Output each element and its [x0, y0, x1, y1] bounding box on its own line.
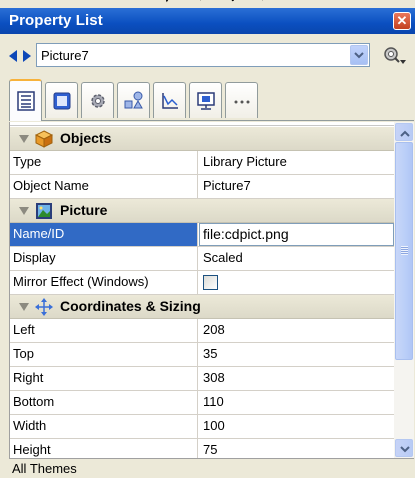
- chevron-up-icon: [400, 130, 410, 137]
- chart-icon: [162, 93, 178, 109]
- title-bar: Property List ✕: [0, 8, 415, 34]
- vertical-scrollbar[interactable]: [394, 122, 414, 458]
- property-value[interactable]: 308: [199, 367, 394, 390]
- scroll-up-button[interactable]: [395, 123, 413, 141]
- navigate-arrows-icon[interactable]: [9, 49, 31, 63]
- property-name: Name/ID: [10, 223, 198, 246]
- object-select-value: Picture7: [41, 48, 89, 63]
- theme-filter-label[interactable]: All Themes: [12, 461, 77, 476]
- gear-icon: [91, 94, 105, 108]
- collapse-triangle-icon[interactable]: [19, 207, 29, 215]
- collapse-triangle-icon[interactable]: [19, 303, 29, 311]
- list-icon: [17, 91, 35, 111]
- property-row-right[interactable]: Right 308: [10, 367, 394, 391]
- section-objects[interactable]: Objects: [10, 127, 394, 151]
- property-row-bottom[interactable]: Bottom 110: [10, 391, 394, 415]
- property-value[interactable]: 110: [199, 391, 394, 414]
- property-row-top[interactable]: Top 35: [10, 343, 394, 367]
- tab-display[interactable]: [189, 82, 222, 118]
- mirror-effect-checkbox[interactable]: [203, 275, 218, 290]
- property-row-display[interactable]: Display Scaled: [10, 247, 394, 271]
- property-name: Type: [10, 151, 198, 174]
- scroll-down-button[interactable]: [395, 439, 413, 457]
- property-name: Mirror Effect (Windows): [10, 271, 198, 294]
- more-icon: [234, 100, 250, 104]
- property-value[interactable]: 35: [199, 343, 394, 366]
- status-bar: All Themes: [9, 458, 414, 478]
- property-name: Top: [10, 343, 198, 366]
- chevron-down-icon: [400, 446, 410, 453]
- tab-baseline: [9, 120, 414, 121]
- scroll-grip: [401, 246, 408, 255]
- clipped-caption-text: [165, 0, 263, 3]
- dropdown-button[interactable]: [350, 45, 368, 65]
- property-row-mirror-effect[interactable]: Mirror Effect (Windows): [10, 271, 394, 295]
- section-coordinates[interactable]: Coordinates & Sizing: [10, 295, 394, 319]
- collapse-triangle-icon[interactable]: [19, 135, 29, 143]
- property-row-object-name[interactable]: Object Name Picture7: [10, 175, 394, 199]
- section-label-picture: Picture: [60, 202, 108, 218]
- property-name: Right: [10, 367, 198, 390]
- tab-settings[interactable]: [81, 82, 114, 118]
- move-arrows-icon: [35, 298, 53, 316]
- property-value-input[interactable]: file:cdpict.png: [199, 223, 394, 246]
- property-row-left[interactable]: Left 208: [10, 319, 394, 343]
- scroll-thumb[interactable]: [395, 142, 413, 360]
- property-value[interactable]: Picture7: [199, 175, 394, 198]
- shapes-icon: [124, 91, 143, 109]
- tab-chart[interactable]: [153, 82, 186, 118]
- section-label-objects: Objects: [60, 130, 112, 146]
- tab-more[interactable]: [225, 82, 258, 118]
- section-label-coordinates: Coordinates & Sizing: [60, 298, 201, 314]
- section-picture[interactable]: Picture: [10, 199, 394, 223]
- object-selector-row: Picture7: [0, 34, 415, 78]
- property-row-width[interactable]: Width 100: [10, 415, 394, 439]
- property-name: Display: [10, 247, 198, 270]
- tab-card[interactable]: [45, 82, 78, 118]
- chevron-down-icon: [354, 52, 364, 59]
- window-title: Property List: [9, 12, 103, 29]
- property-value[interactable]: 100: [199, 415, 394, 438]
- property-row-name-id[interactable]: Name/ID file:cdpict.png: [10, 223, 394, 247]
- property-value[interactable]: 208: [199, 319, 394, 342]
- property-panel: Picture7 Objects Type Library Picture Ob…: [0, 34, 415, 478]
- card-icon: [53, 92, 71, 110]
- property-name: Left: [10, 319, 198, 342]
- property-row-type[interactable]: Type Library Picture: [10, 151, 394, 175]
- top-strip: [0, 0, 415, 8]
- tab-properties[interactable]: [9, 79, 42, 121]
- property-name: Object Name: [10, 175, 198, 198]
- tab-bar: [0, 78, 415, 122]
- property-name: Bottom: [10, 391, 198, 414]
- grid-top-edge: [10, 122, 394, 126]
- property-grid: Objects Type Library Picture Object Name…: [9, 122, 414, 463]
- property-name: Width: [10, 415, 198, 438]
- object-select[interactable]: Picture7: [36, 43, 370, 67]
- picture-icon: [36, 203, 52, 219]
- monitor-icon: [197, 92, 215, 110]
- close-button[interactable]: ✕: [393, 12, 411, 30]
- object-finder-icon[interactable]: [381, 45, 407, 67]
- property-value[interactable]: Library Picture: [199, 151, 394, 174]
- property-value: [199, 271, 394, 294]
- property-value[interactable]: Scaled: [199, 247, 394, 270]
- objects-cube-icon: [35, 130, 53, 148]
- close-icon: ✕: [396, 13, 408, 28]
- tab-shapes[interactable]: [117, 82, 150, 118]
